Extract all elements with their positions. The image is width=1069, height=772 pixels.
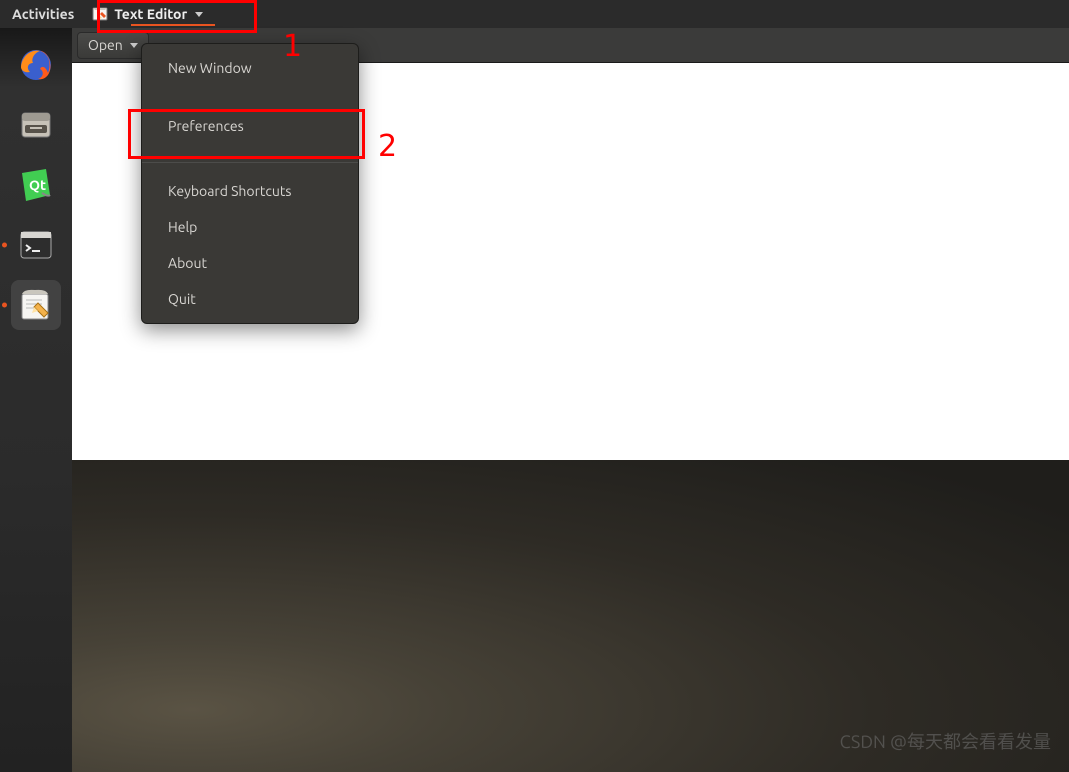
activities-button[interactable]: Activities [0,0,86,28]
dock-item-qt[interactable]: Qt [11,160,61,210]
file-manager-icon [16,105,56,145]
text-editor-icon [92,6,108,22]
menu-separator [142,162,358,163]
menu-item-label: Keyboard Shortcuts [168,183,291,199]
activities-label: Activities [12,6,74,22]
dock-item-firefox[interactable] [11,40,61,90]
running-indicator-icon [2,303,7,308]
firefox-icon [16,45,56,85]
menu-item-quit[interactable]: Quit [142,281,358,317]
dock: Qt [0,28,72,772]
menu-item-label: Preferences [168,118,244,134]
text-editor-icon [16,285,56,325]
open-button-label: Open [88,37,123,53]
svg-text:Qt: Qt [29,177,46,193]
menu-item-help[interactable]: Help [142,209,358,245]
menu-item-label: Quit [168,291,196,307]
app-menu-popup: New Window Preferences Keyboard Shortcut… [141,43,359,324]
menu-item-keyboard-shortcuts[interactable]: Keyboard Shortcuts [142,173,358,209]
menu-item-new-window[interactable]: New Window [142,50,358,86]
dock-item-files[interactable] [11,100,61,150]
menu-item-preferences[interactable]: Preferences [142,108,358,144]
menu-item-label: Help [168,219,197,235]
app-menu-label: Text Editor [114,6,187,22]
desktop-background [0,460,1069,772]
app-menu-underline [131,24,215,26]
menu-item-label: About [168,255,207,271]
qt-icon: Qt [16,165,56,205]
menu-item-label: New Window [168,60,252,76]
dock-item-text-editor[interactable] [11,280,61,330]
chevron-down-icon [195,12,203,17]
menu-item-about[interactable]: About [142,245,358,281]
running-indicator-icon [2,243,7,248]
dock-item-terminal[interactable] [11,220,61,270]
terminal-icon [16,225,56,265]
chevron-down-icon [130,43,138,48]
open-button[interactable]: Open [77,32,149,59]
